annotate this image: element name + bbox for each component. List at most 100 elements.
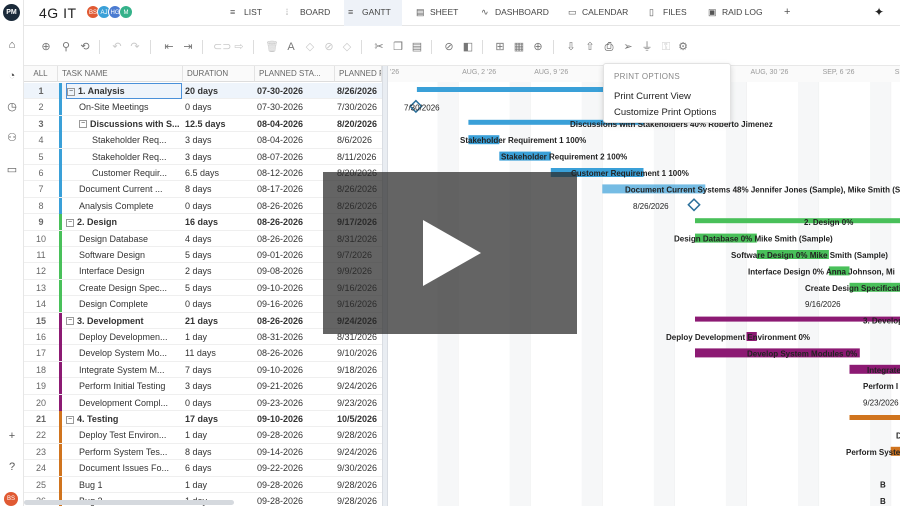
planned-finish-cell[interactable]: 9/28/2026 xyxy=(337,493,382,506)
duration-cell[interactable]: 5 days xyxy=(185,247,255,263)
duration-cell[interactable]: 3 days xyxy=(185,132,255,148)
settings-gear-icon[interactable]: ⚙ xyxy=(676,40,690,54)
task-name-cell[interactable]: Perform System Tes... xyxy=(66,444,182,460)
link-tasks-icon[interactable]: ⊂⊃ xyxy=(213,40,231,54)
task-name-cell[interactable]: Document Current ... xyxy=(66,181,182,197)
customize-print-options-item[interactable]: Customize Print Options xyxy=(614,107,716,118)
duration-cell[interactable]: 16 days xyxy=(185,214,255,230)
planned-finish-cell[interactable]: 7/30/2026 xyxy=(337,99,382,115)
planned-start-cell[interactable]: 08-04-2026 xyxy=(257,116,335,132)
planned-start-cell[interactable]: 09-22-2026 xyxy=(257,460,335,476)
outdent-icon[interactable]: ⇤ xyxy=(162,40,176,54)
tab-files[interactable]: ▯ FILES xyxy=(645,0,697,26)
task-name-cell[interactable]: Analysis Complete xyxy=(66,198,182,214)
task-name-cell[interactable]: Development Compl... xyxy=(66,395,182,411)
planned-start-cell[interactable]: 09-10-2026 xyxy=(257,411,335,427)
attach-link-icon[interactable]: ⊘ xyxy=(442,40,456,54)
undo-icon[interactable]: ↶ xyxy=(110,40,124,54)
send-icon[interactable]: ➢ xyxy=(621,40,635,54)
assign-user-icon[interactable]: ⚲ xyxy=(59,40,73,54)
duration-cell[interactable]: 7 days xyxy=(185,362,255,378)
unlink-icon[interactable]: ⊘ xyxy=(322,40,336,54)
redo-icon[interactable]: ↷ xyxy=(128,40,142,54)
task-name-cell[interactable]: Integrate System M... xyxy=(66,362,182,378)
import-icon[interactable]: ⇩ xyxy=(564,40,578,54)
task-name-cell[interactable]: −1. Analysis xyxy=(66,83,182,99)
app-logo[interactable]: PM xyxy=(3,4,20,21)
planned-start-cell[interactable]: 09-10-2026 xyxy=(257,362,335,378)
summary-bar[interactable] xyxy=(695,218,900,224)
tab-sheet[interactable]: ▤ SHEET xyxy=(412,0,470,26)
planned-finish-cell[interactable]: 9/10/2026 xyxy=(337,345,382,361)
task-name-cell[interactable]: Stakeholder Req... xyxy=(66,149,182,165)
planned-finish-cell[interactable]: 8/6/2026 xyxy=(337,132,382,148)
timesheet-clock-icon[interactable]: ◷ xyxy=(5,100,19,114)
planned-finish-cell[interactable]: 8/26/2026 xyxy=(337,83,382,99)
column-header-planned-start[interactable]: PLANNED STA... xyxy=(255,66,335,82)
indent-icon[interactable]: ⇥ xyxy=(181,40,195,54)
duration-cell[interactable]: 3 days xyxy=(185,149,255,165)
add-view-button[interactable]: + xyxy=(784,6,790,18)
task-name-cell[interactable]: Deploy Developmen... xyxy=(66,329,182,345)
collapse-toggle-icon[interactable]: − xyxy=(66,415,74,424)
task-row[interactable]: 2 On-Site Meetings 0 days 07-30-2026 7/30/20… xyxy=(24,99,382,116)
column-header-task-name[interactable]: TASK NAME xyxy=(58,66,183,82)
print-current-view-item[interactable]: Print Current View xyxy=(614,91,691,102)
planned-finish-cell[interactable]: 9/30/2026 xyxy=(337,460,382,476)
planned-finish-cell[interactable]: 9/23/2026 xyxy=(337,395,382,411)
ai-sparkle-icon[interactable]: ✦ xyxy=(874,5,884,19)
task-name-cell[interactable]: − Discussions with S... xyxy=(66,116,182,132)
task-name-cell[interactable]: Deploy Test Environ... xyxy=(66,427,182,443)
task-row[interactable]: 4 Stakeholder Req... 3 days 08-04-2026 8/6/2… xyxy=(24,132,382,149)
task-name-cell[interactable]: Document Issues Fo... xyxy=(66,460,182,476)
planned-start-cell[interactable]: 09-28-2026 xyxy=(257,477,335,493)
filter-icon[interactable]: ⏚ xyxy=(640,40,654,54)
column-header-duration[interactable]: DURATION xyxy=(183,66,255,82)
task-name-cell[interactable]: Software Design xyxy=(66,247,182,263)
planned-finish-cell[interactable]: 9/24/2026 xyxy=(337,378,382,394)
planned-start-cell[interactable]: 09-14-2026 xyxy=(257,444,335,460)
duration-cell[interactable]: 1 day xyxy=(185,329,255,345)
task-name-cell[interactable]: −4. Testing xyxy=(66,411,182,427)
milestone-marker[interactable] xyxy=(687,198,701,212)
duration-cell[interactable]: 20 days xyxy=(185,83,255,99)
duration-cell[interactable]: 1 day xyxy=(185,477,255,493)
planned-finish-cell[interactable]: 9/18/2026 xyxy=(337,362,382,378)
panel-toggle-icon[interactable]: ◧ xyxy=(461,40,475,54)
planned-start-cell[interactable]: 09-23-2026 xyxy=(257,395,335,411)
team-member-avatar[interactable]: M xyxy=(119,5,133,19)
grid-icon[interactable]: ▦ xyxy=(512,40,526,54)
task-row[interactable]: 3− Discussions with S... 12.5 days 08-04-20… xyxy=(24,115,382,133)
duration-cell[interactable]: 11 days xyxy=(185,345,255,361)
task-name-cell[interactable]: Stakeholder Req... xyxy=(66,132,182,148)
play-icon[interactable] xyxy=(423,220,481,286)
task-row[interactable]: 1−1. Analysis 20 days 07-30-2026 8/26/2026 xyxy=(24,83,382,100)
duration-cell[interactable]: 6 days xyxy=(185,460,255,476)
planned-start-cell[interactable]: 09-28-2026 xyxy=(257,427,335,443)
task-row[interactable]: 18 Integrate System M... 7 days 09-10-2026 9… xyxy=(24,361,382,379)
task-name-cell[interactable]: Develop System Mo... xyxy=(66,345,182,361)
column-header-planned-finish[interactable]: PLANNED F xyxy=(335,66,382,82)
task-name-cell[interactable]: Design Database xyxy=(66,231,182,247)
planned-finish-cell[interactable]: 9/24/2026 xyxy=(337,444,382,460)
planned-finish-cell[interactable]: 8/20/2026 xyxy=(337,116,382,132)
task-row[interactable]: 25 Bug 1 1 day 09-28-2026 9/28/2026 xyxy=(24,476,382,493)
summary-bar[interactable] xyxy=(849,415,900,420)
tab-raid-log[interactable]: ▣ RAID LOG xyxy=(704,0,774,26)
zoom-icon[interactable]: ⊕ xyxy=(531,40,545,54)
print-icon[interactable]: ⎙ xyxy=(602,40,616,54)
task-name-cell[interactable]: Create Design Spec... xyxy=(66,280,182,296)
columns-icon[interactable]: ⊞ xyxy=(493,40,507,54)
tab-gantt[interactable]: ≡ GANTT xyxy=(344,0,402,26)
task-row[interactable]: 22 Deploy Test Environ... 1 day 09-28-2026 9… xyxy=(24,427,382,444)
planned-finish-cell[interactable]: 8/11/2026 xyxy=(337,149,382,165)
duration-cell[interactable]: 5 days xyxy=(185,280,255,296)
tab-calendar[interactable]: ▭ CALENDAR xyxy=(564,0,639,26)
task-row[interactable]: 5 Stakeholder Req... 3 days 08-07-2026 8/11/… xyxy=(24,148,382,165)
font-color-icon[interactable]: A xyxy=(284,40,298,54)
task-row[interactable]: 19 Perform Initial Testing 3 days 09-21-202… xyxy=(24,378,382,395)
duration-cell[interactable]: 0 days xyxy=(185,296,255,312)
task-name-cell[interactable]: On-Site Meetings xyxy=(66,99,182,115)
recurring-icon[interactable]: ⟲ xyxy=(78,40,92,54)
task-row[interactable]: 17 Develop System Mo... 11 days 08-26-2026 9… xyxy=(24,345,382,362)
